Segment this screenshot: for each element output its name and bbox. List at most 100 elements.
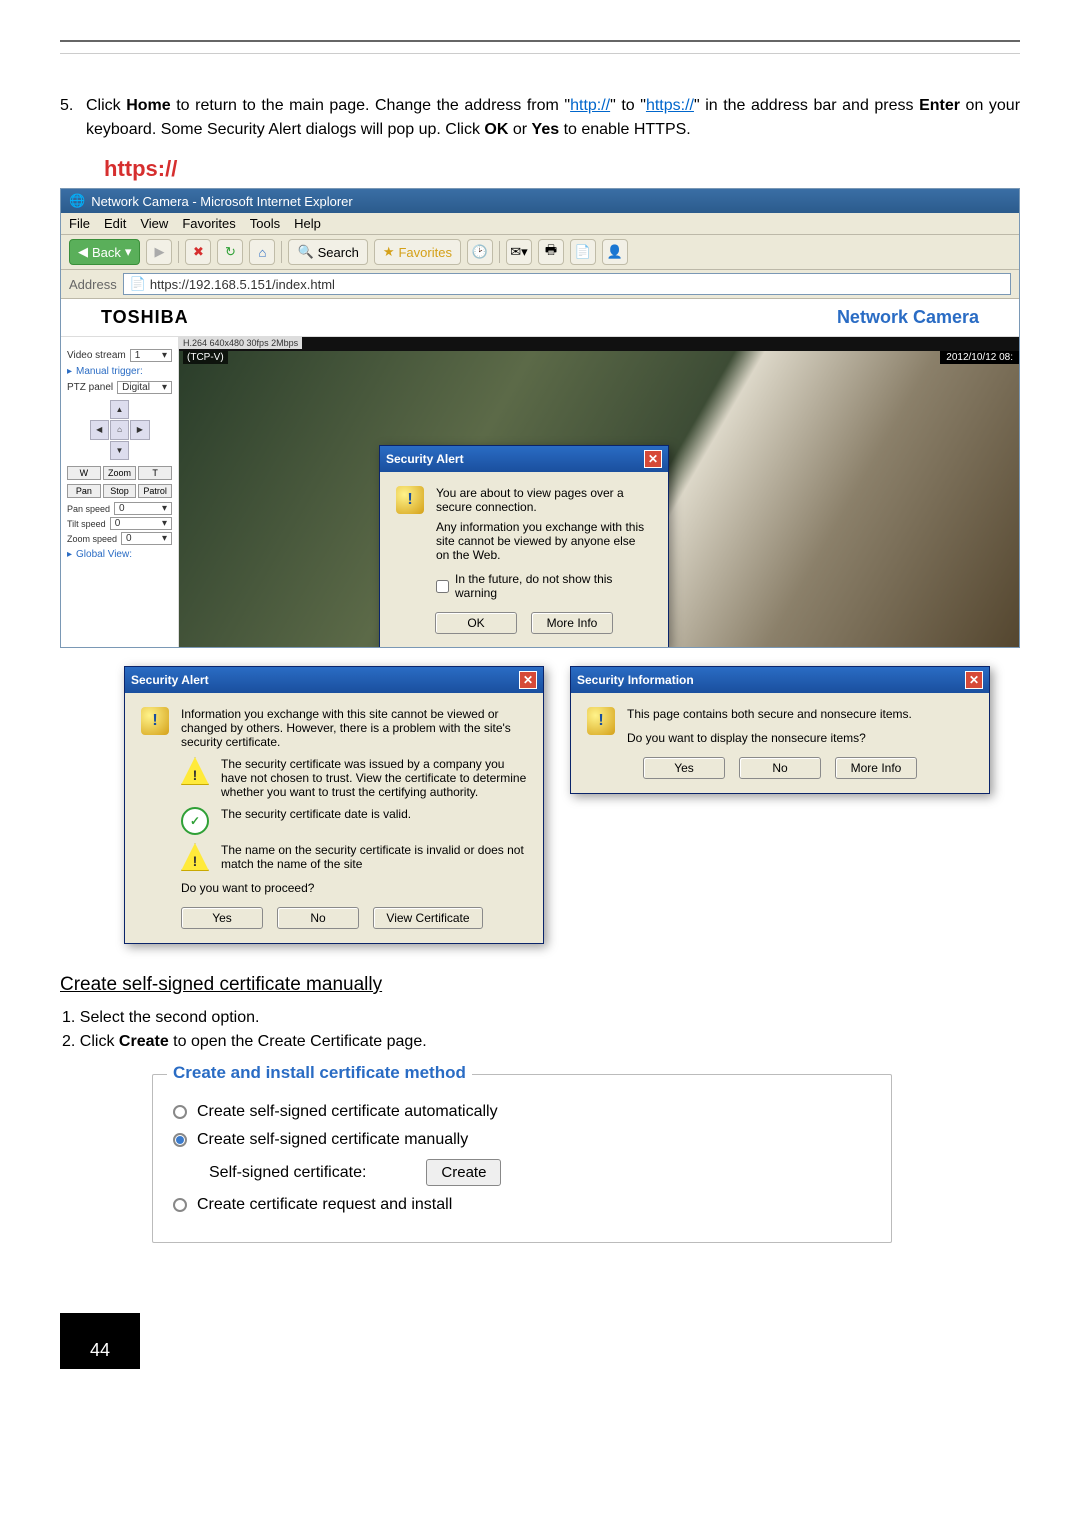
ptz-dpad[interactable]: ▲ ◀⌂▶ ▼ [90, 400, 150, 460]
alert2-p3: The security certificate date is valid. [221, 807, 411, 821]
top-rule [60, 40, 1020, 54]
history-icon[interactable]: 🕑 [467, 239, 493, 265]
favorites-button[interactable]: ★ Favorites [374, 239, 461, 265]
dialog-titlebar: Security Information ✕ [571, 667, 989, 693]
step-1: 1. Select the second option. [62, 1006, 1020, 1030]
edit-icon[interactable]: 📄 [570, 239, 596, 265]
alert3-p2: Do you want to display the nonsecure ite… [627, 731, 912, 745]
tilt-speed-dropdown[interactable]: 0▾ [110, 517, 172, 530]
stream-select-row: Video stream 1▾ [67, 349, 172, 362]
ie-window: 🌐 Network Camera - Microsoft Internet Ex… [60, 188, 1020, 648]
dpad-home[interactable]: ⌂ [110, 420, 129, 439]
create-button[interactable]: Create [426, 1159, 501, 1186]
option-label: Create self-signed certificate automatic… [197, 1103, 498, 1121]
create-bold: Create [119, 1033, 169, 1050]
dialog-titlebar: Security Alert ✕ [380, 446, 668, 472]
stop-button[interactable]: Stop [103, 484, 137, 498]
option-manual[interactable]: Create self-signed certificate manually [173, 1131, 875, 1149]
dont-show-checkbox[interactable] [436, 580, 449, 593]
page-number: 44 [60, 1313, 140, 1369]
alert2-p2: The security certificate was issued by a… [221, 757, 527, 799]
zoom-wide-button[interactable]: W [67, 466, 101, 480]
brand-logo: TOSHIBA [101, 307, 189, 328]
alert3-p1: This page contains both secure and nonse… [627, 707, 912, 721]
forward-button[interactable]: ▶ [146, 239, 172, 265]
pan-speed-dropdown[interactable]: 0▾ [114, 502, 172, 515]
menu-file[interactable]: File [69, 216, 90, 231]
view-certificate-button[interactable]: View Certificate [373, 907, 483, 929]
close-icon[interactable]: ✕ [965, 671, 983, 689]
window-titlebar: 🌐 Network Camera - Microsoft Internet Ex… [61, 189, 1019, 213]
no-button[interactable]: No [739, 757, 821, 779]
ok-bold: OK [484, 121, 508, 138]
stream-dropdown[interactable]: 1▾ [130, 349, 172, 362]
self-signed-label: Self-signed certificate: [209, 1164, 366, 1182]
zoom-tele-button[interactable]: T [138, 466, 172, 480]
home-bold: Home [126, 97, 170, 114]
zoom-label-button[interactable]: Zoom [103, 466, 137, 480]
global-view[interactable]: ▸ Global View: [67, 549, 172, 560]
camera-page: TOSHIBA Network Camera Video stream 1▾ ▸… [61, 299, 1019, 647]
address-bar: Address 📄 https://192.168.5.151/index.ht… [61, 270, 1019, 299]
option-request[interactable]: Create certificate request and install [173, 1196, 875, 1214]
mail-icon[interactable]: ✉▾ [506, 239, 532, 265]
yes-button[interactable]: Yes [181, 907, 263, 929]
menu-favorites[interactable]: Favorites [182, 216, 235, 231]
dont-show-label: In the future, do not show this warning [455, 572, 652, 600]
pan-button[interactable]: Pan [67, 484, 101, 498]
zoom-row: W Zoom T [67, 466, 172, 480]
security-alert-dialog-1: Security Alert ✕ You are about to view p… [379, 445, 669, 647]
t: to return to the main page. Change the a… [171, 97, 570, 114]
url-text: https://192.168.5.151/index.html [150, 277, 335, 292]
print-icon[interactable]: 🖶 [538, 239, 564, 265]
dialogs-row: Security Alert ✕ Information you exchang… [124, 666, 1020, 944]
home-icon[interactable]: ⌂ [249, 239, 275, 265]
dpad-left[interactable]: ◀ [90, 420, 109, 439]
search-button[interactable]: 🔍 Search [288, 239, 367, 265]
dpad-up[interactable]: ▲ [110, 400, 129, 419]
messenger-icon[interactable]: 👤 [602, 239, 628, 265]
option-label: Create certificate request and install [197, 1196, 452, 1214]
step-2: 2. Click Create to open the Create Certi… [62, 1030, 1020, 1054]
step-number: 5. [60, 94, 86, 142]
refresh-icon[interactable]: ↻ [217, 239, 243, 265]
menu-help[interactable]: Help [294, 216, 321, 231]
yes-button[interactable]: Yes [643, 757, 725, 779]
ok-button[interactable]: OK [435, 612, 517, 634]
option-label: Create self-signed certificate manually [197, 1131, 468, 1149]
zoom-speed-dropdown[interactable]: 0▾ [121, 532, 172, 545]
radio-icon-selected[interactable] [173, 1133, 187, 1147]
dpad-down[interactable]: ▼ [110, 441, 129, 460]
chevron-down-icon: ▾ [162, 382, 167, 393]
stream-info: H.264 640x480 30fps 2Mbps [179, 337, 302, 349]
menu-view[interactable]: View [140, 216, 168, 231]
manual-trigger[interactable]: ▸ Manual trigger: [67, 366, 172, 377]
address-field[interactable]: 📄 https://192.168.5.151/index.html [123, 273, 1011, 295]
radio-icon[interactable] [173, 1105, 187, 1119]
menu-edit[interactable]: Edit [104, 216, 126, 231]
close-icon[interactable]: ✕ [644, 450, 662, 468]
stream-label: Video stream [67, 350, 126, 361]
more-info-button[interactable]: More Info [531, 612, 613, 634]
close-icon[interactable]: ✕ [519, 671, 537, 689]
https-link[interactable]: https:// [646, 97, 694, 114]
http-link[interactable]: http:// [570, 97, 610, 114]
more-info-button[interactable]: More Info [835, 757, 917, 779]
window-title: Network Camera - Microsoft Internet Expl… [91, 194, 353, 209]
page-icon: 📄 [130, 276, 146, 292]
self-signed-sub-row: Self-signed certificate: Create [209, 1159, 875, 1186]
certificate-method-box: Create and install certificate method Cr… [152, 1074, 892, 1243]
ptz-dropdown[interactable]: Digital▾ [117, 381, 172, 394]
menu-tools[interactable]: Tools [250, 216, 280, 231]
radio-icon[interactable] [173, 1198, 187, 1212]
option-auto[interactable]: Create self-signed certificate automatic… [173, 1103, 875, 1121]
ie-icon: 🌐 [69, 193, 85, 209]
back-button[interactable]: ◀ Back ▾ [69, 239, 140, 265]
no-button[interactable]: No [277, 907, 359, 929]
alert2-p4: The name on the security certificate is … [221, 843, 527, 871]
stop-icon[interactable]: ✖ [185, 239, 211, 265]
patrol-button[interactable]: Patrol [138, 484, 172, 498]
dont-show-row: In the future, do not show this warning [436, 572, 652, 600]
menu-bar[interactable]: File Edit View Favorites Tools Help [61, 213, 1019, 235]
dpad-right[interactable]: ▶ [130, 420, 149, 439]
